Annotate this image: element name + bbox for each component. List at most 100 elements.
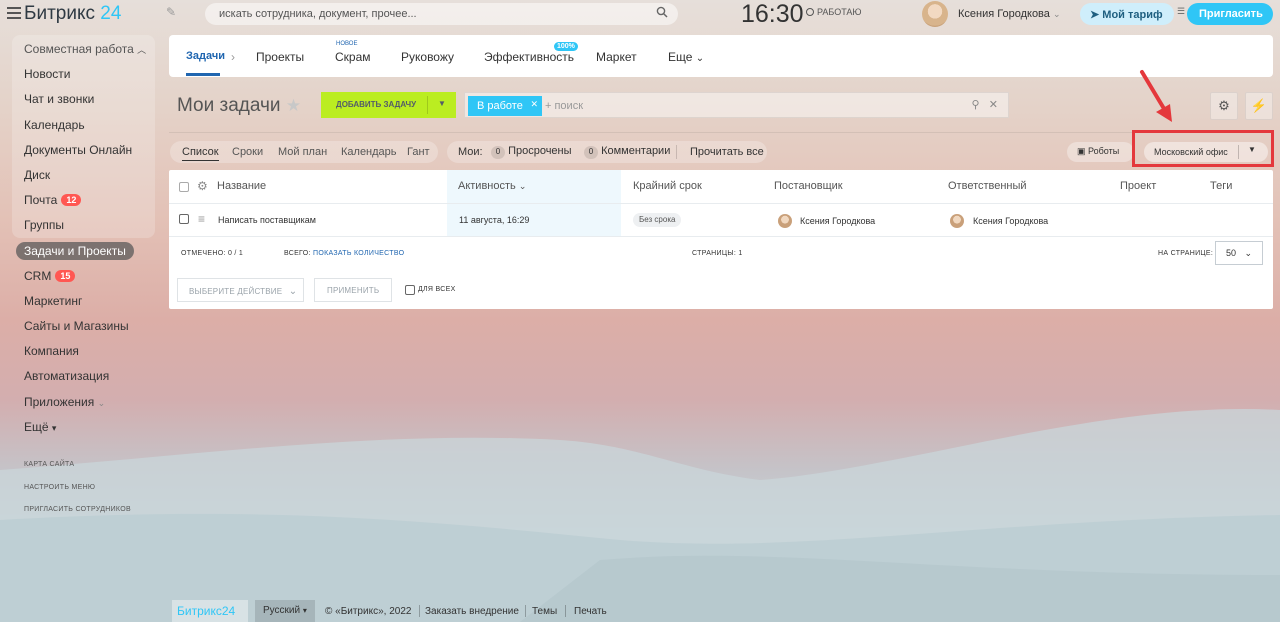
read-all-button[interactable]: Прочитать все xyxy=(690,146,764,158)
tab-more[interactable]: Еще ⌄ xyxy=(668,50,704,64)
new-tag: НОВОЕ xyxy=(336,41,358,47)
tab-tasks[interactable]: Задачи xyxy=(186,50,225,62)
themes-link[interactable]: Темы xyxy=(532,606,557,617)
overdue-counter[interactable]: 0 Просрочены xyxy=(491,145,572,159)
chevron-right-icon: › xyxy=(231,50,235,64)
print-link[interactable]: Печать xyxy=(574,606,607,617)
robots-button[interactable]: ▣ Роботы xyxy=(1067,142,1134,162)
work-status[interactable]: РАБОТАЮ xyxy=(806,7,862,17)
sidebar-item-sites[interactable]: Сайты и Магазины xyxy=(0,315,160,340)
tariff-button[interactable]: ➤ Мой тариф xyxy=(1080,3,1174,25)
per-page-select[interactable]: 50 ⌄ xyxy=(1215,241,1263,265)
rocket-icon: ➤ xyxy=(1090,9,1100,21)
task-activity: 11 августа, 16:29 xyxy=(459,215,530,225)
action-select[interactable]: ВЫБЕРИТЕ ДЕЙСТВИЕ ⌄ xyxy=(177,278,304,302)
for-all-checkbox[interactable] xyxy=(405,285,415,295)
view-list[interactable]: Список xyxy=(182,146,219,161)
column-header-responsible[interactable]: Ответственный xyxy=(948,180,1027,192)
star-icon[interactable]: ★ xyxy=(286,96,301,115)
sidebar-item-calendar[interactable]: Календарь xyxy=(0,114,160,139)
order-implementation-link[interactable]: Заказать внедрение xyxy=(425,606,519,617)
column-header-project[interactable]: Проект xyxy=(1120,180,1156,192)
tab-scrum[interactable]: Скрам xyxy=(335,50,371,64)
chevron-down-icon: ⌄ xyxy=(695,53,705,64)
copyright: © «Битрикс», 2022 xyxy=(325,606,412,617)
column-header-deadline[interactable]: Крайний срок xyxy=(633,180,702,192)
invite-button[interactable]: Пригласить xyxy=(1187,3,1273,25)
dropdown-arrow-icon[interactable]: ▼ xyxy=(438,99,446,108)
avatar xyxy=(950,214,964,228)
column-header-activity[interactable]: Активность ⌄ xyxy=(458,180,526,192)
user-name[interactable]: Ксения Городкова ⌄ xyxy=(958,8,1061,20)
row-checkbox[interactable] xyxy=(179,214,189,224)
sidebar-item-automation[interactable]: Автоматизация xyxy=(0,365,160,390)
sidebar-item-marketing[interactable]: Маркетинг xyxy=(0,290,160,315)
search-input[interactable]: искать сотрудника, документ, прочее... xyxy=(205,3,678,25)
view-gantt[interactable]: Гант xyxy=(407,146,430,158)
settings-gear-button[interactable]: ⚙ xyxy=(1210,92,1238,120)
logo[interactable]: Битрикс 24 xyxy=(24,3,121,25)
sidebar-item-tasks[interactable]: Задачи и Проекты xyxy=(0,240,160,265)
select-all-checkbox[interactable] xyxy=(179,182,189,192)
edit-pencil-icon[interactable]: ✎ xyxy=(166,5,176,19)
clock[interactable]: 16:30 xyxy=(741,0,804,29)
task-responsible[interactable]: Ксения Городкова xyxy=(973,216,1048,226)
sidebar-configure-menu-link[interactable]: НАСТРОИТЬ МЕНЮ xyxy=(0,484,160,507)
filter-search-input[interactable]: В работе ✕ + поиск ⚲ ✕ xyxy=(464,92,1009,118)
sidebar-item-groups[interactable]: Группы xyxy=(0,214,160,239)
sidebar-item-docs[interactable]: Документы Онлайн xyxy=(0,139,160,164)
sidebar-group-collab[interactable]: Совместная работа ︿ xyxy=(0,38,160,63)
column-header-tags[interactable]: Теги xyxy=(1210,180,1232,192)
language-select[interactable]: Русский ▾ xyxy=(255,600,315,622)
sidebar-sitemap-link[interactable]: КАРТА САЙТА xyxy=(0,461,160,484)
sidebar-item-apps[interactable]: Приложения ⌄ xyxy=(0,391,160,416)
deadline-badge[interactable]: Без срока xyxy=(633,213,682,227)
view-calendar[interactable]: Календарь xyxy=(341,146,397,158)
tasks-grid: ⚙ Название Активность ⌄ Крайний срок Пос… xyxy=(169,170,1273,309)
task-creator[interactable]: Ксения Городкова xyxy=(800,216,875,226)
view-deadlines[interactable]: Сроки xyxy=(232,146,263,158)
column-header-name[interactable]: Название xyxy=(217,180,266,192)
my-counters-bar: Мои: 0 Просрочены 0 Комментарии Прочитат… xyxy=(447,141,767,163)
mail-count-badge: 12 xyxy=(61,194,82,207)
tab-projects[interactable]: Проекты xyxy=(256,50,304,64)
view-switcher: Список Сроки Мой план Календарь Гант xyxy=(170,141,438,163)
for-all-label: ДЛЯ ВСЕХ xyxy=(418,286,456,293)
comments-counter[interactable]: 0 Комментарии xyxy=(584,145,670,159)
footer-logo[interactable]: Битрикс24 xyxy=(172,600,248,622)
active-tab-underline xyxy=(186,73,220,76)
gear-icon[interactable]: ⚙ xyxy=(197,179,208,193)
tariff-menu-icon[interactable]: ☰ xyxy=(1177,6,1185,17)
sidebar-item-crm[interactable]: CRM 15 xyxy=(0,265,160,290)
sidebar-invite-link[interactable]: ПРИГЛАСИТЬ СОТРУДНИКОВ xyxy=(0,506,160,529)
add-task-button[interactable]: ДОБАВИТЬ ЗАДАЧУ ▼ xyxy=(321,92,456,118)
task-title[interactable]: Написать поставщикам xyxy=(218,215,316,225)
show-count-link[interactable]: ПОКАЗАТЬ КОЛИЧЕСТВО xyxy=(313,250,404,257)
status-circle-icon xyxy=(806,8,814,16)
sidebar-item-mail[interactable]: Почта 12 xyxy=(0,189,160,214)
clear-icon[interactable]: ✕ xyxy=(989,99,998,111)
filter-chip-in-progress[interactable]: В работе ✕ xyxy=(468,96,542,116)
avatar[interactable] xyxy=(922,1,948,27)
avatar xyxy=(778,214,792,228)
tab-market[interactable]: Маркет xyxy=(596,50,637,64)
sidebar-item-more[interactable]: Ещё ▾ xyxy=(0,416,160,441)
sidebar-item-company[interactable]: Компания xyxy=(0,340,160,365)
close-icon[interactable]: ✕ xyxy=(530,99,538,110)
lightning-button[interactable]: ⚡ xyxy=(1245,92,1273,120)
column-header-creator[interactable]: Постановщик xyxy=(774,180,843,192)
tab-supervise[interactable]: Руковожу xyxy=(401,50,454,64)
view-my-plan[interactable]: Мой план xyxy=(278,146,327,158)
filter-placeholder: + поиск xyxy=(545,100,584,112)
menu-icon[interactable] xyxy=(7,7,21,19)
sidebar-item-disk[interactable]: Диск xyxy=(0,164,160,189)
search-icon[interactable]: ⚲ xyxy=(972,99,980,111)
tab-efficiency[interactable]: Эффективность xyxy=(484,50,574,64)
apply-button[interactable]: ПРИМЕНИТЬ xyxy=(314,278,392,302)
sidebar-item-chat[interactable]: Чат и звонки xyxy=(0,88,160,113)
sidebar-item-news[interactable]: Новости xyxy=(0,63,160,88)
highlight-box xyxy=(1132,130,1274,167)
row-menu-icon[interactable]: ≡ xyxy=(198,212,205,226)
crm-count-badge: 15 xyxy=(55,269,76,282)
search-icon[interactable] xyxy=(656,6,668,21)
